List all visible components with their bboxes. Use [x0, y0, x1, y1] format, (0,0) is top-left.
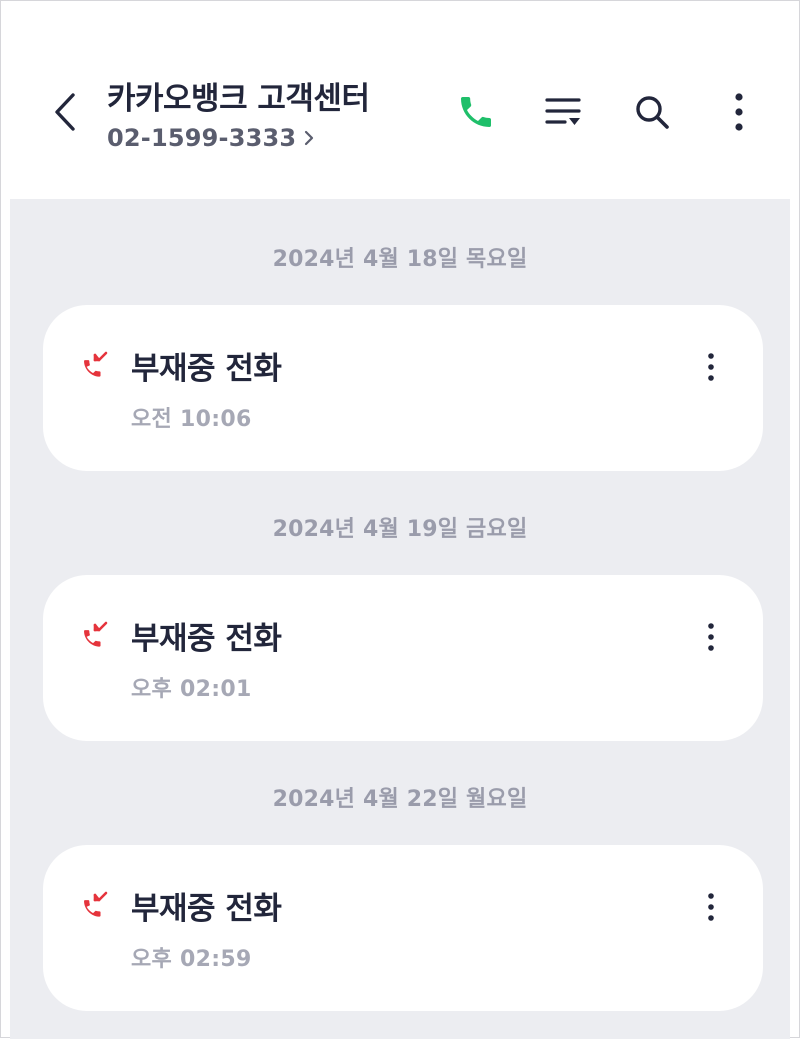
date-label: 2024년 4월 22일 월요일	[272, 787, 528, 812]
call-type-label: 부재중 전화	[131, 621, 282, 657]
phone-icon	[461, 97, 491, 127]
phone-number-link[interactable]: 02-1599-3333	[107, 124, 369, 152]
chevron-left-icon	[55, 93, 75, 131]
missed-call-icon	[84, 621, 108, 647]
missed-call-icon	[84, 351, 108, 377]
contact-title-block: 카카오뱅크 고객센터 02-1599-3333	[107, 73, 370, 152]
search-icon	[636, 96, 669, 129]
more-vertical-icon	[708, 353, 714, 381]
call-item-more-button[interactable]	[699, 619, 723, 655]
call-time: 오후 02:59	[131, 947, 252, 972]
more-vertical-icon	[708, 893, 714, 921]
phone-number: 02-1599-3333	[107, 124, 297, 152]
call-type-label: 부재중 전화	[131, 351, 282, 387]
more-vertical-icon	[735, 93, 743, 131]
call-log-item[interactable]: 부재중 전화 오후 02:59	[43, 845, 763, 1011]
call-log-item[interactable]: 부재중 전화 오전 10:06	[43, 305, 763, 471]
call-time: 오전 10:06	[131, 407, 252, 432]
call-button[interactable]	[453, 89, 499, 135]
app-window: 카카오뱅크 고객센터 02-1599-3333 2024년 4월 18일 목요일…	[0, 0, 800, 1039]
date-label: 2024년 4월 18일 목요일	[272, 247, 528, 272]
filter-button[interactable]	[541, 91, 585, 133]
call-log-item[interactable]: 부재중 전화 오후 02:01	[43, 575, 763, 741]
header: 카카오뱅크 고객센터 02-1599-3333	[1, 1, 799, 199]
back-button[interactable]	[47, 89, 87, 135]
more-vertical-icon	[708, 623, 714, 651]
call-item-more-button[interactable]	[699, 349, 723, 385]
call-history-list: 2024년 4월 18일 목요일 부재중 전화 오전 10:06 2024년 4…	[10, 199, 790, 1039]
chevron-right-icon	[305, 130, 314, 146]
call-time: 오후 02:01	[131, 677, 252, 702]
missed-call-icon	[84, 891, 108, 917]
call-type-label: 부재중 전화	[131, 891, 282, 927]
call-item-more-button[interactable]	[699, 889, 723, 925]
more-options-button[interactable]	[721, 87, 757, 137]
contact-name: 카카오뱅크 고객센터	[107, 81, 370, 117]
date-label: 2024년 4월 19일 금요일	[272, 517, 528, 542]
search-button[interactable]	[629, 89, 675, 135]
filter-list-icon	[545, 98, 581, 125]
